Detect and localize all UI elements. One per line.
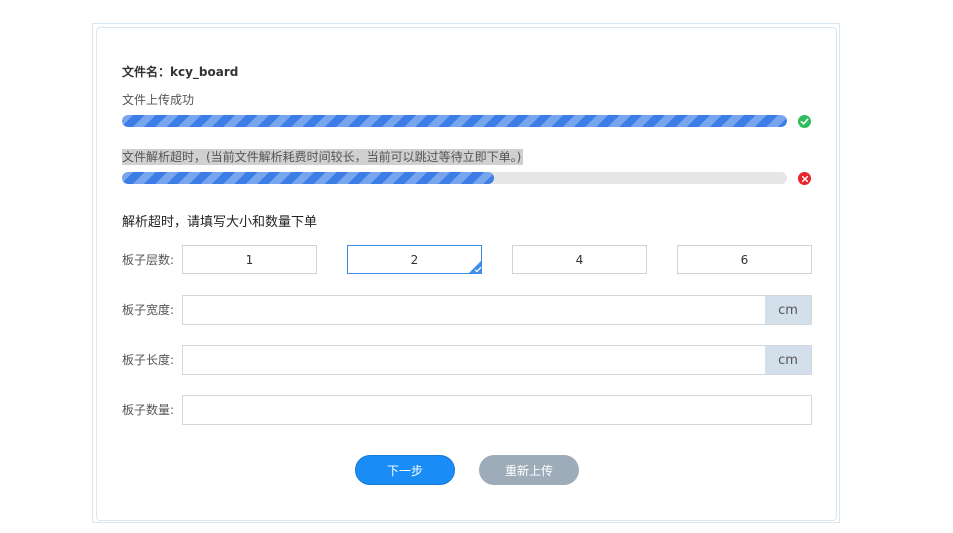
layer-option-6[interactable]: 6 xyxy=(677,245,812,274)
width-unit: cm xyxy=(765,296,811,324)
close-circle-icon xyxy=(798,172,811,185)
upload-progress-fill xyxy=(122,115,787,127)
quantity-label: 板子数量: xyxy=(122,403,175,417)
width-input[interactable] xyxy=(183,296,765,324)
parse-progress-fill xyxy=(122,172,495,184)
parse-progress-bar xyxy=(122,172,787,184)
length-input[interactable] xyxy=(183,346,765,374)
layer-option-1[interactable]: 1 xyxy=(182,245,317,274)
width-field: cm xyxy=(182,295,812,325)
width-label: 板子宽度: xyxy=(122,303,175,317)
length-label: 板子长度: xyxy=(122,353,175,367)
selected-check-icon xyxy=(468,260,482,274)
parse-status-text: 文件解析超时，(当前文件解析耗费时间较长，当前可以跳过等待立即下单。) xyxy=(122,149,524,165)
quantity-input[interactable] xyxy=(183,396,811,424)
reupload-button[interactable]: 重新上传 xyxy=(479,455,579,485)
upload-progress-bar xyxy=(122,115,787,127)
quantity-field xyxy=(182,395,812,425)
check-circle-icon xyxy=(798,115,811,128)
form-title: 解析超时，请填写大小和数量下单 xyxy=(122,215,318,230)
length-unit: cm xyxy=(765,346,811,374)
next-step-button[interactable]: 下一步 xyxy=(355,455,455,485)
upload-card xyxy=(96,27,837,521)
layers-label: 板子层数: xyxy=(122,253,175,267)
upload-status-text: 文件上传成功 xyxy=(122,93,195,107)
layer-option-4[interactable]: 4 xyxy=(512,245,647,274)
length-field: cm xyxy=(182,345,812,375)
layer-option-2[interactable]: 2 xyxy=(347,245,482,274)
file-name: 文件名：kcy_board xyxy=(122,65,239,79)
